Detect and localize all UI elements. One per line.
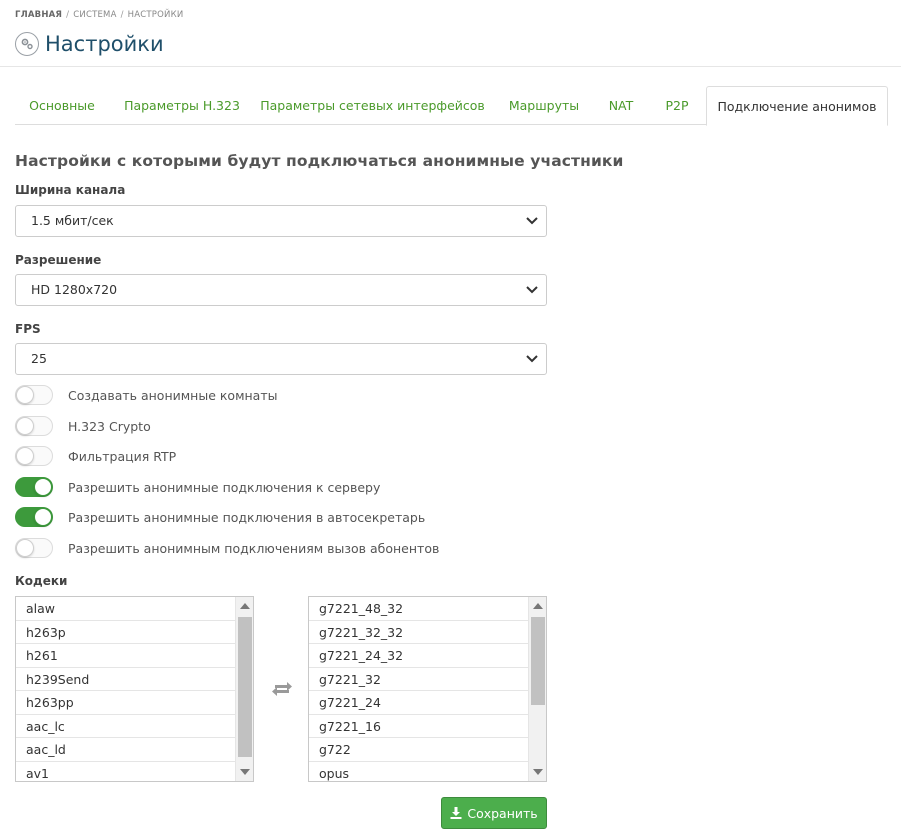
toggle-row-allow-server: Разрешить анонимные подключения к сервер… (15, 476, 380, 498)
toggle-row-rtp-filter: Фильтрация RTP (15, 445, 176, 467)
breadcrumb-system[interactable]: СИСТЕМА (73, 10, 116, 20)
toggle-label: Разрешить анонимные подключения к сервер… (68, 479, 381, 495)
page-title: Настройки (45, 32, 164, 56)
toggle-knob (34, 478, 52, 496)
gears-icon (15, 32, 39, 56)
scroll-up-arrow-icon[interactable] (240, 603, 250, 609)
scroll-up-arrow-icon[interactable] (533, 603, 543, 609)
save-button[interactable]: Сохранить (441, 797, 547, 829)
chevron-down-icon (526, 217, 538, 225)
toggle-row-allow-calls: Разрешить анонимным подключениям вызов а… (15, 537, 439, 559)
scrollbar[interactable] (528, 597, 546, 781)
tab-basic[interactable]: Основные (15, 86, 109, 125)
scrollbar[interactable] (235, 597, 253, 781)
toggle-allow-anonymous-calls[interactable] (15, 538, 53, 558)
list-item[interactable]: h261 (16, 644, 235, 668)
toggle-knob (16, 417, 34, 435)
list-item[interactable]: opus (309, 762, 528, 782)
toggle-label: Разрешить анонимным подключениям вызов а… (68, 540, 440, 556)
list-item[interactable]: g722 (309, 738, 528, 762)
breadcrumb-settings: НАСТРОЙКИ (127, 10, 184, 20)
list-item[interactable]: g7221_24 (309, 691, 528, 715)
header-divider (0, 66, 901, 67)
toggle-rtp-filter[interactable] (15, 446, 53, 466)
list-item[interactable]: g7221_32_32 (309, 621, 528, 644)
fps-label: FPS (15, 322, 41, 336)
scroll-down-arrow-icon[interactable] (533, 769, 543, 775)
toggle-row-h323-crypto: H.323 Crypto (15, 415, 151, 437)
toggle-row-create-anonymous-rooms: Создавать анонимные комнаты (15, 384, 278, 406)
breadcrumb: ГЛАВНАЯ / СИСТЕМА / НАСТРОЙКИ (15, 10, 183, 20)
toggle-h323-crypto[interactable] (15, 416, 53, 436)
list-item[interactable]: av1 (16, 762, 235, 782)
available-codecs-list[interactable]: alaw h263p h261 h239Send h263pp aac_lc a… (15, 596, 254, 782)
toggle-row-allow-autosecretary: Разрешить анонимные подключения в автосе… (15, 506, 425, 528)
list-item[interactable]: g7221_24_32 (309, 644, 528, 668)
toggle-knob (16, 447, 34, 465)
selected-codecs-list[interactable]: g7221_48_32 g7221_32_32 g7221_24_32 g722… (308, 596, 547, 782)
list-item[interactable]: aac_lc (16, 715, 235, 738)
download-icon (450, 807, 462, 819)
bandwidth-select[interactable]: 1.5 мбит/сек (15, 205, 547, 237)
list-item[interactable]: h263p (16, 621, 235, 644)
breadcrumb-separator: / (120, 10, 124, 20)
breadcrumb-separator: / (66, 10, 70, 20)
toggle-create-anonymous-rooms[interactable] (15, 385, 53, 405)
bandwidth-value: 1.5 мбит/сек (31, 213, 114, 228)
list-item[interactable]: alaw (16, 597, 235, 621)
fps-select[interactable]: 25 (15, 343, 547, 375)
settings-tabs: Основные Параметры H.323 Параметры сетев… (15, 86, 888, 126)
toggle-label: H.323 Crypto (68, 418, 151, 434)
tab-routes[interactable]: Маршруты (502, 86, 586, 125)
page-header: Настройки (15, 32, 164, 56)
toggle-label: Фильтрация RTP (68, 448, 177, 464)
tab-p2p[interactable]: P2P (658, 86, 696, 125)
chevron-down-icon (526, 286, 538, 294)
list-item[interactable]: g7221_48_32 (309, 597, 528, 621)
toggle-knob (16, 386, 34, 404)
tab-nat[interactable]: NAT (602, 86, 640, 125)
list-item[interactable]: aac_ld (16, 738, 235, 762)
resolution-select[interactable]: HD 1280x720 (15, 274, 547, 306)
list-item[interactable]: g7221_32 (309, 668, 528, 691)
list-item[interactable]: h263pp (16, 691, 235, 715)
toggle-allow-anonymous-server[interactable] (15, 477, 53, 497)
scrollbar-thumb[interactable] (238, 617, 252, 757)
list-item[interactable]: g7221_16 (309, 715, 528, 738)
codecs-label: Кодеки (15, 574, 68, 588)
toggle-knob (34, 508, 52, 526)
tab-anonymous-connection[interactable]: Подключение анонимов (706, 86, 888, 126)
scroll-down-arrow-icon[interactable] (240, 769, 250, 775)
scrollbar-thumb[interactable] (531, 617, 545, 705)
list-item[interactable]: h239Send (16, 668, 235, 691)
section-title: Настройки с которыми будут подключаться … (15, 152, 624, 170)
breadcrumb-home[interactable]: ГЛАВНАЯ (15, 10, 62, 20)
fps-value: 25 (31, 351, 47, 366)
chevron-down-icon (526, 355, 538, 363)
toggle-label: Создавать анонимные комнаты (68, 387, 278, 403)
swap-arrows-icon[interactable] (271, 680, 293, 698)
toggle-allow-anonymous-autosecretary[interactable] (15, 507, 53, 527)
tab-network-interfaces[interactable]: Параметры сетевых интерфейсов (260, 86, 485, 125)
tab-h323[interactable]: Параметры H.323 (118, 86, 246, 125)
bandwidth-label: Ширина канала (15, 183, 126, 197)
save-button-label: Сохранить (467, 805, 538, 821)
resolution-label: Разрешение (15, 253, 102, 267)
toggle-knob (16, 539, 34, 557)
toggle-label: Разрешить анонимные подключения в автосе… (68, 509, 426, 525)
resolution-value: HD 1280x720 (31, 282, 118, 297)
